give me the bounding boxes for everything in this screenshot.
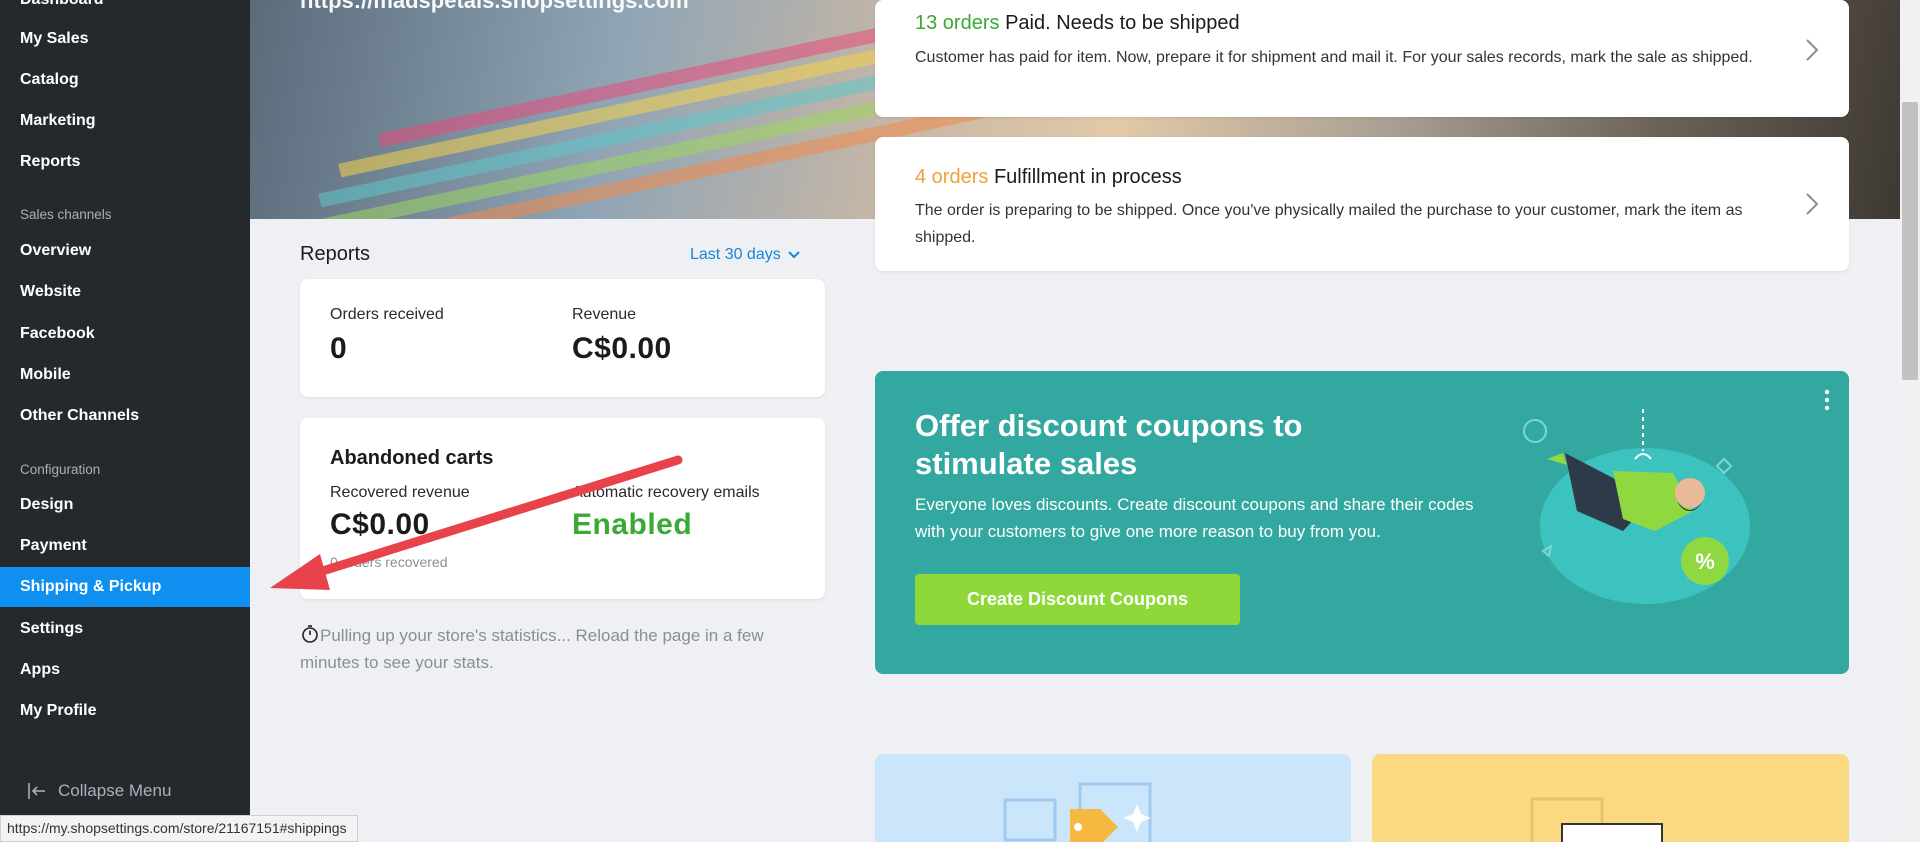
recovered-revenue-value: C$0.00 <box>330 508 430 541</box>
feature-tile <box>1372 754 1849 842</box>
sidebar-item-settings[interactable]: Settings <box>0 609 250 649</box>
sidebar-item-other-channels[interactable]: Other Channels <box>0 396 250 436</box>
sidebar: Dashboard My Sales Catalog Marketing Rep… <box>0 0 250 842</box>
sidebar-section-sales-channels: Sales channels <box>20 207 112 222</box>
sidebar-item-design[interactable]: Design <box>0 485 250 525</box>
sidebar-section-configuration: Configuration <box>20 462 101 477</box>
sidebar-item-mobile[interactable]: Mobile <box>0 355 250 395</box>
order-status-description: Customer has paid for item. Now, prepare… <box>915 49 1753 66</box>
stats-loading-text: Pulling up your store's statistics... Re… <box>300 626 764 672</box>
recovered-revenue-label: Recovered revenue <box>330 484 470 501</box>
sidebar-item-catalog[interactable]: Catalog <box>0 60 250 100</box>
collapse-menu-label: Collapse Menu <box>58 781 172 800</box>
abandoned-carts-title: Abandoned carts <box>330 447 494 469</box>
orders-recovered: 0 orders recovered <box>330 554 448 570</box>
sidebar-item-website[interactable]: Website <box>0 272 250 312</box>
chevron-down-icon <box>788 251 800 259</box>
order-status: Paid. Needs to be shipped <box>1005 12 1240 34</box>
orders-received-value: 0 <box>330 332 348 365</box>
sidebar-item-payment[interactable]: Payment <box>0 526 250 566</box>
sidebar-item-dashboard[interactable]: Dashboard <box>0 0 250 20</box>
order-status-description: The order is preparing to be shipped. On… <box>915 202 1743 246</box>
tags-illustration <box>1003 782 1152 842</box>
order-status: Fulfillment in process <box>993 166 1182 188</box>
revenue-value: C$0.00 <box>572 332 672 365</box>
order-status-card-fulfillment[interactable]: 4 orders Fulfillment in process The orde… <box>875 137 1849 271</box>
reports-title: Reports <box>300 243 371 265</box>
browser-status-bar: https://my.shopsettings.com/store/211671… <box>0 815 358 842</box>
discount-coupons-promo: Offer discount coupons to stimulate sale… <box>875 371 1849 674</box>
period-label: Last 30 days <box>690 246 781 263</box>
stats-loading-note: Pulling up your store's statistics... Re… <box>300 622 800 676</box>
sidebar-item-shipping-pickup[interactable]: Shipping & Pickup <box>0 567 250 607</box>
order-status-heading: 13 orders Paid. Needs to be shipped <box>915 12 1240 35</box>
collapse-arrow-icon <box>28 783 45 799</box>
promo-text: Everyone loves discounts. Create discoun… <box>915 495 1474 541</box>
create-discount-coupons-button[interactable]: Create Discount Coupons <box>915 574 1240 625</box>
feature-tile <box>875 754 1351 842</box>
order-count: 4 orders <box>915 166 989 188</box>
chevron-right-icon <box>1806 39 1819 61</box>
more-options-icon[interactable] <box>1823 389 1831 411</box>
order-status-heading: 4 orders Fulfillment in process <box>915 166 1182 189</box>
chevron-right-icon <box>1806 193 1819 215</box>
order-status-card-paid[interactable]: 13 orders Paid. Needs to be shipped Cust… <box>875 0 1849 117</box>
sidebar-item-overview[interactable]: Overview <box>0 231 250 271</box>
recovery-emails-status: Enabled <box>572 508 693 541</box>
promo-title: Offer discount coupons to stimulate sale… <box>915 408 1303 481</box>
period-dropdown[interactable]: Last 30 days <box>690 246 801 264</box>
collapse-menu-button[interactable]: Collapse Menu <box>26 780 171 802</box>
window-illustration <box>1530 797 1663 842</box>
sidebar-item-reports[interactable]: Reports <box>0 142 250 182</box>
stopwatch-icon <box>302 625 318 643</box>
abandoned-carts-card: Abandoned carts Recovered revenue C$0.00… <box>300 418 825 599</box>
sidebar-item-my-sales[interactable]: My Sales <box>0 19 250 59</box>
sidebar-item-marketing[interactable]: Marketing <box>0 101 250 141</box>
store-url[interactable]: https://madspetals.shopsettings.com <box>300 0 689 14</box>
discount-illustration: % <box>1523 409 1750 604</box>
order-count: 13 orders <box>915 12 1000 34</box>
percent-badge: % <box>1695 549 1715 574</box>
sidebar-item-facebook[interactable]: Facebook <box>0 314 250 354</box>
orders-received-label: Orders received <box>330 306 444 323</box>
recovery-emails-label: Automatic recovery emails <box>572 484 760 501</box>
sidebar-item-apps[interactable]: Apps <box>0 650 250 690</box>
orders-revenue-card: Orders received 0 Revenue C$0.00 <box>300 279 825 397</box>
scrollbar-thumb[interactable] <box>1902 102 1918 380</box>
revenue-label: Revenue <box>572 306 637 323</box>
sidebar-item-my-profile[interactable]: My Profile <box>0 691 250 731</box>
